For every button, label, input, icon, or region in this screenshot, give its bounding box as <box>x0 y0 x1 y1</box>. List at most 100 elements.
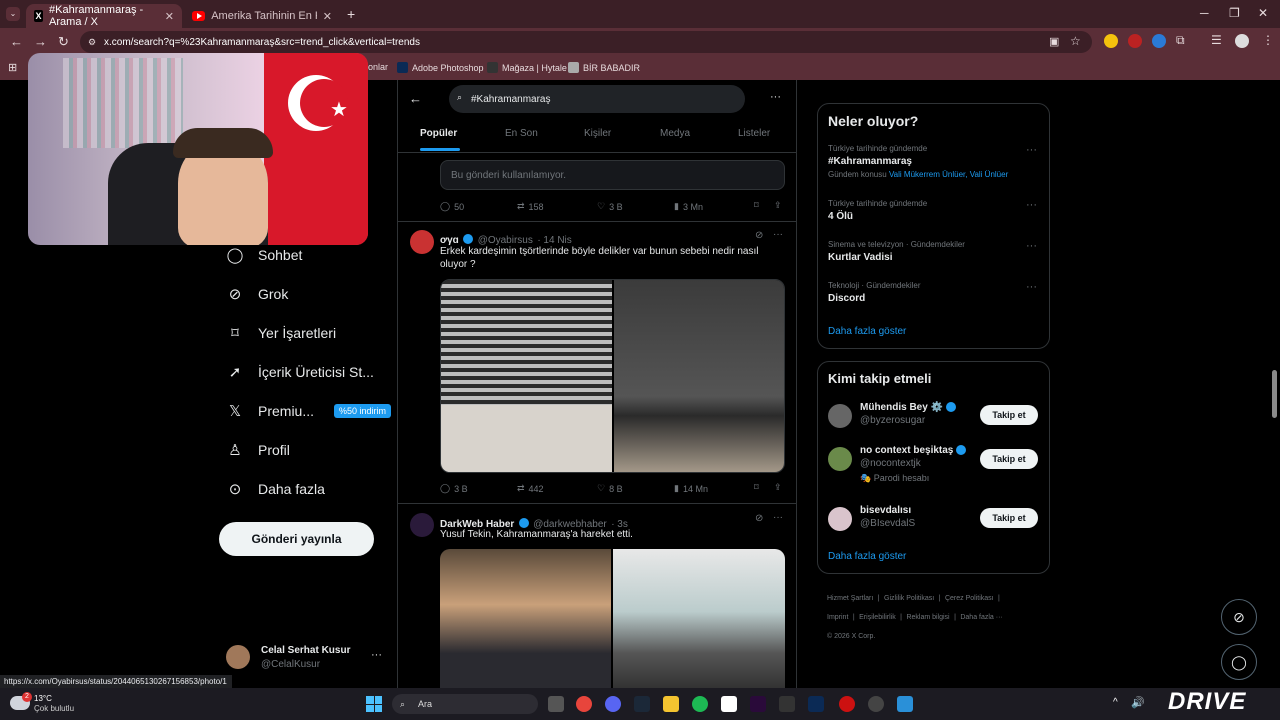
tab-media[interactable]: Medya <box>660 128 690 139</box>
like-stat[interactable]: ♡ 8 B <box>597 483 623 494</box>
tweet-media[interactable] <box>440 549 785 688</box>
nav-more[interactable]: ⊙ Daha fazla <box>226 480 325 498</box>
photo-right[interactable] <box>613 549 785 688</box>
tweet-media[interactable] <box>440 279 785 473</box>
address-bar[interactable]: x.com/search?q=%23Kahramanmaraş&src=tren… <box>80 31 1092 53</box>
install-app-icon[interactable]: ▣ <box>1049 35 1059 48</box>
tab-lists[interactable]: Listeler <box>738 128 770 139</box>
extension-blue-icon[interactable] <box>1152 34 1166 48</box>
reply-stat[interactable]: ◯ 3 B <box>440 483 468 494</box>
tab-groups-icon[interactable]: ☰ <box>1211 33 1222 47</box>
github-icon[interactable] <box>868 696 884 712</box>
tab-latest[interactable]: En Son <box>505 128 538 139</box>
apps-grid-icon[interactable]: ⊞ <box>8 61 17 74</box>
capcut-icon[interactable] <box>721 696 737 712</box>
restore-button[interactable]: ❐ <box>1229 6 1240 20</box>
nav-grok[interactable]: ⊘ Grok <box>226 285 289 303</box>
bookmark-item[interactable]: onlar <box>368 62 388 72</box>
show-more-link[interactable]: Daha fazla göster <box>828 551 906 562</box>
reload-icon[interactable]: ↻ <box>58 34 69 50</box>
close-tab-icon[interactable]: ✕ <box>323 10 332 23</box>
footer-link[interactable]: Hizmet Şartları <box>827 595 873 602</box>
taskbar-search[interactable]: ⌕ Ara <box>392 694 538 714</box>
discord-icon[interactable] <box>605 696 621 712</box>
bookmark-icon[interactable]: ⌑ <box>754 482 759 493</box>
follow-user[interactable]: no context beşiktaş @nocontextjk 🎭 Parod… <box>860 445 967 484</box>
volume-icon[interactable]: 🔊 <box>1131 696 1145 709</box>
footer-link[interactable]: Erişilebilirlik <box>859 614 896 621</box>
like-stat[interactable]: ♡ 3 B <box>597 201 623 212</box>
steam-icon[interactable] <box>634 696 650 712</box>
repost-stat[interactable]: ⇄ 158 <box>517 201 544 212</box>
more-dots-icon[interactable]: ··· <box>1026 144 1037 156</box>
close-window-button[interactable]: ✕ <box>1258 6 1268 20</box>
footer-link[interactable]: Imprint <box>827 614 848 621</box>
repost-stat[interactable]: ⇄ 442 <box>517 483 544 494</box>
site-info-icon[interactable]: ⚙ <box>88 37 96 48</box>
extension-red-icon[interactable] <box>1128 34 1142 48</box>
chat-fab-icon[interactable]: ◯ <box>1221 644 1257 680</box>
avatar[interactable] <box>828 447 852 471</box>
tab-people[interactable]: Kişiler <box>584 128 611 139</box>
nav-creator-studio[interactable]: ➚ İçerik Üreticisi St... <box>226 363 374 381</box>
more-dots-icon[interactable]: ··· <box>770 91 781 103</box>
share-icon[interactable]: ⇪ <box>774 482 782 493</box>
photoshop-icon[interactable] <box>808 696 824 712</box>
reply-stat[interactable]: ◯ 50 <box>440 201 464 212</box>
bookmark-photoshop[interactable]: Adobe Photoshop <box>397 62 484 73</box>
new-tab-button[interactable]: + <box>347 6 355 22</box>
trend-item[interactable]: Türkiye tarihinde gündemde #Kahramanmara… <box>828 144 1038 179</box>
photo-right[interactable] <box>614 280 784 472</box>
back-arrow-icon[interactable]: ← <box>10 34 23 49</box>
file-explorer-icon[interactable] <box>663 696 679 712</box>
trend-item[interactable]: Teknoloji · Gündemdekiler Discord <box>828 281 1038 304</box>
tab-kahramanmaras[interactable]: X #Kahramanmaraş - Arama / X ✕ <box>26 4 182 28</box>
footer-link[interactable]: Çerez Politikası <box>945 595 994 602</box>
photos-icon[interactable] <box>897 696 913 712</box>
nav-premium[interactable]: 𝕏 Premiu... %50 indirim <box>226 402 392 420</box>
share-icon[interactable]: ⇪ <box>774 200 782 211</box>
start-button[interactable] <box>366 696 382 712</box>
views-stat[interactable]: ▮ 14 Mn <box>674 483 708 494</box>
more-dots-icon[interactable]: ··· <box>371 649 382 661</box>
footer-link[interactable]: Reklam bilgisi <box>906 614 949 621</box>
avatar[interactable] <box>410 513 434 537</box>
more-dots-icon[interactable]: ··· <box>773 229 783 240</box>
show-more-link[interactable]: Daha fazla göster <box>828 326 906 337</box>
follow-user[interactable]: bisevdalısı @BIsevdalS <box>860 505 915 529</box>
chrome-icon[interactable] <box>576 696 592 712</box>
close-tab-icon[interactable]: ✕ <box>165 10 174 23</box>
back-arrow-icon[interactable]: ← <box>409 91 422 106</box>
photo-left[interactable] <box>440 549 611 688</box>
footer-link[interactable]: Gizlilik Politikası <box>884 595 934 602</box>
taskview-icon[interactable] <box>548 696 564 712</box>
tab-youtube[interactable]: Amerika Tarihinin En Kanlı Lise ✕ <box>184 4 340 28</box>
follow-button[interactable]: Takip et <box>980 449 1038 469</box>
epic-games-icon[interactable] <box>779 696 795 712</box>
profile-avatar-icon[interactable] <box>1235 34 1249 48</box>
post-button[interactable]: Gönderi yayınla <box>219 522 374 556</box>
bookmark-hytale[interactable]: Mağaza | Hytale <box>487 62 567 73</box>
nav-bookmarks[interactable]: ⌑ Yer İşaretleri <box>226 324 336 342</box>
extensions-puzzle-icon[interactable]: ⧉ <box>1176 33 1185 48</box>
weather-widget[interactable]: 2 13°C Çok bulutlu <box>10 692 100 716</box>
more-dots-icon[interactable]: ··· <box>1026 240 1037 252</box>
more-dots-icon[interactable]: ··· <box>773 512 783 523</box>
trend-item[interactable]: Sinema ve televizyon · Gündemdekiler Kur… <box>828 240 1038 263</box>
premiere-icon[interactable] <box>750 696 766 712</box>
minimize-button[interactable]: ─ <box>1200 6 1209 20</box>
bookmark-star-icon[interactable]: ☆ <box>1070 34 1081 48</box>
avatar[interactable] <box>410 230 434 254</box>
avatar[interactable] <box>828 507 852 531</box>
footer-link[interactable]: Daha fazla ··· <box>960 614 1002 621</box>
account-switcher[interactable]: Celal Serhat Kusur @CelalKusur ··· <box>226 645 396 675</box>
nav-chat[interactable]: ◯ Sohbet <box>226 246 303 264</box>
follow-button[interactable]: Takip et <box>980 508 1038 528</box>
more-dots-icon[interactable]: ··· <box>1026 281 1037 293</box>
trend-item[interactable]: Türkiye tarihinde gündemde 4 Ölü <box>828 199 1038 222</box>
search-input[interactable]: ⌕ #Kahramanmaraş <box>449 85 745 113</box>
grok-explain-icon[interactable]: ⊘ <box>755 230 763 241</box>
chrome-menu-icon[interactable]: ⋮ <box>1262 33 1274 47</box>
bookmark-icon[interactable]: ⌑ <box>754 200 759 211</box>
tab-popular[interactable]: Popüler <box>420 128 457 139</box>
